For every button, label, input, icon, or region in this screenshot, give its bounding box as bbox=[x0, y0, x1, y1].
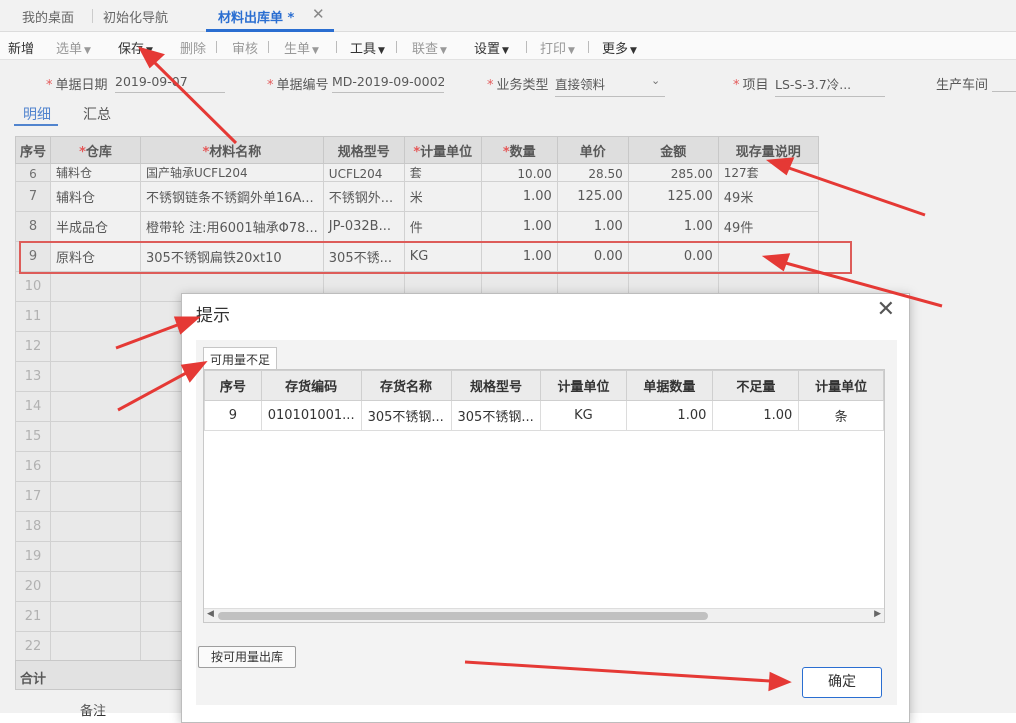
toolbar-button-10[interactable]: 更多 ▼ bbox=[602, 38, 637, 57]
toolbar-button-9[interactable]: 打印 ▼ bbox=[540, 38, 575, 57]
toolbar-label: 保存 bbox=[118, 42, 145, 57]
column-header[interactable]: 存货编码 bbox=[260, 370, 362, 401]
column-header[interactable]: 序号 bbox=[204, 370, 262, 401]
toolbar-label: 选单 bbox=[56, 42, 83, 57]
toolbar-separator bbox=[588, 41, 589, 53]
tab-my-desktop[interactable]: 我的桌面 bbox=[22, 7, 74, 26]
scroll-right-icon[interactable]: ▶ bbox=[874, 609, 881, 619]
column-header[interactable]: 单据数量 bbox=[625, 370, 714, 401]
chevron-down-icon: ▼ bbox=[568, 46, 575, 56]
shortage-dialog: 提示 ✕ 可用量不足 序号 存货编码 存货名称 规格型号 计量单位 单据数量 不足量 计量单位… bbox=[181, 293, 910, 723]
shortage-table-panel: 序号 存货编码 存货名称 规格型号 计量单位 单据数量 不足量 计量单位 9 010101001… bbox=[203, 369, 885, 623]
toolbar-button-4[interactable]: 审核 bbox=[232, 38, 258, 57]
toolbar-label: 生单 bbox=[284, 42, 311, 57]
table-cell[interactable]: 条 bbox=[798, 400, 884, 431]
chevron-down-icon: ▼ bbox=[630, 46, 637, 56]
toolbar-separator bbox=[526, 41, 527, 53]
toolbar-button-1[interactable]: 选单 ▼ bbox=[56, 38, 91, 57]
toolbar-separator bbox=[268, 41, 269, 53]
toolbar-button-7[interactable]: 联查 ▼ bbox=[412, 38, 447, 57]
toolbar-label: 打印 bbox=[540, 42, 567, 57]
chevron-down-icon: ▼ bbox=[146, 46, 153, 56]
toolbar-separator bbox=[216, 41, 217, 53]
column-header[interactable]: 不足量 bbox=[712, 370, 800, 401]
toolbar-separator bbox=[396, 41, 397, 53]
chevron-down-icon: ▼ bbox=[378, 46, 385, 56]
toolbar-label: 更多 bbox=[602, 42, 629, 57]
toolbar-label: 删除 bbox=[180, 42, 207, 57]
shortage-table: 序号 存货编码 存货名称 规格型号 计量单位 单据数量 不足量 计量单位 9 010101001… bbox=[204, 370, 884, 431]
scrollbar-thumb[interactable] bbox=[218, 612, 708, 620]
tab-insufficient[interactable]: 可用量不足 bbox=[203, 347, 278, 371]
dialog-body: 可用量不足 序号 存货编码 存货名称 规格型号 计量单位 单据数量 不足量 计量单位 9 010… bbox=[196, 340, 897, 705]
toolbar-label: 审核 bbox=[232, 42, 259, 57]
chevron-down-icon: ▼ bbox=[84, 46, 91, 56]
chevron-down-icon: ▼ bbox=[440, 46, 447, 56]
toolbar-label: 工具 bbox=[350, 42, 377, 57]
toolbar-button-0[interactable]: 新增 bbox=[8, 38, 34, 57]
toolbar-button-2[interactable]: 保存 ▼ bbox=[118, 38, 153, 57]
horizontal-scrollbar[interactable]: ◀ ▶ bbox=[204, 608, 884, 622]
tab-separator bbox=[92, 9, 93, 23]
tab-material-issue[interactable]: 材料出库单 * bbox=[218, 7, 294, 26]
toolbar-button-5[interactable]: 生单 ▼ bbox=[284, 38, 319, 57]
toolbar-button-6[interactable]: 工具 ▼ bbox=[350, 38, 385, 57]
confirm-button[interactable]: 确定 bbox=[802, 667, 882, 698]
toolbar-separator bbox=[336, 41, 337, 53]
table-cell[interactable]: 010101001... bbox=[260, 400, 362, 431]
tab-bar: 我的桌面 初始化导航 材料出库单 * ✕ bbox=[0, 0, 1016, 32]
table-row[interactable]: 9 010101001... 305不锈钢... 305不锈钢... KG 1.00 1.0… bbox=[204, 400, 884, 431]
column-header[interactable]: 规格型号 bbox=[450, 370, 542, 401]
toolbar-label: 联查 bbox=[412, 42, 439, 57]
issue-by-available-button[interactable]: 按可用量出库 bbox=[198, 646, 296, 668]
column-header[interactable]: 存货名称 bbox=[360, 370, 452, 401]
toolbar: 新增 选单 ▼ 保存 ▼ 删除 审核 生单 ▼ 工具 ▼ 联查 ▼ 设置 ▼ 打印 ▼ 更多 ▼ bbox=[0, 32, 1016, 60]
toolbar-button-3[interactable]: 删除 bbox=[180, 38, 206, 57]
column-header[interactable]: 计量单位 bbox=[540, 370, 627, 401]
close-icon[interactable]: ✕ bbox=[877, 297, 895, 322]
table-cell[interactable]: 9 bbox=[204, 400, 262, 431]
table-cell[interactable]: 1.00 bbox=[712, 400, 800, 431]
scroll-left-icon[interactable]: ◀ bbox=[207, 609, 214, 619]
tab-init-nav[interactable]: 初始化导航 bbox=[103, 7, 168, 26]
chevron-down-icon: ▼ bbox=[502, 46, 509, 56]
table-cell[interactable]: KG bbox=[540, 400, 627, 431]
toolbar-label: 设置 bbox=[474, 42, 501, 57]
toolbar-label: 新增 bbox=[8, 42, 35, 57]
table-cell[interactable]: 1.00 bbox=[625, 400, 714, 431]
table-cell[interactable]: 305不锈钢... bbox=[360, 400, 452, 431]
chevron-down-icon: ▼ bbox=[312, 46, 319, 56]
table-cell[interactable]: 305不锈钢... bbox=[450, 400, 542, 431]
toolbar-button-8[interactable]: 设置 ▼ bbox=[474, 38, 509, 57]
close-icon[interactable]: ✕ bbox=[312, 5, 325, 23]
column-header[interactable]: 计量单位 bbox=[798, 370, 884, 401]
dialog-title: 提示 bbox=[196, 306, 230, 326]
